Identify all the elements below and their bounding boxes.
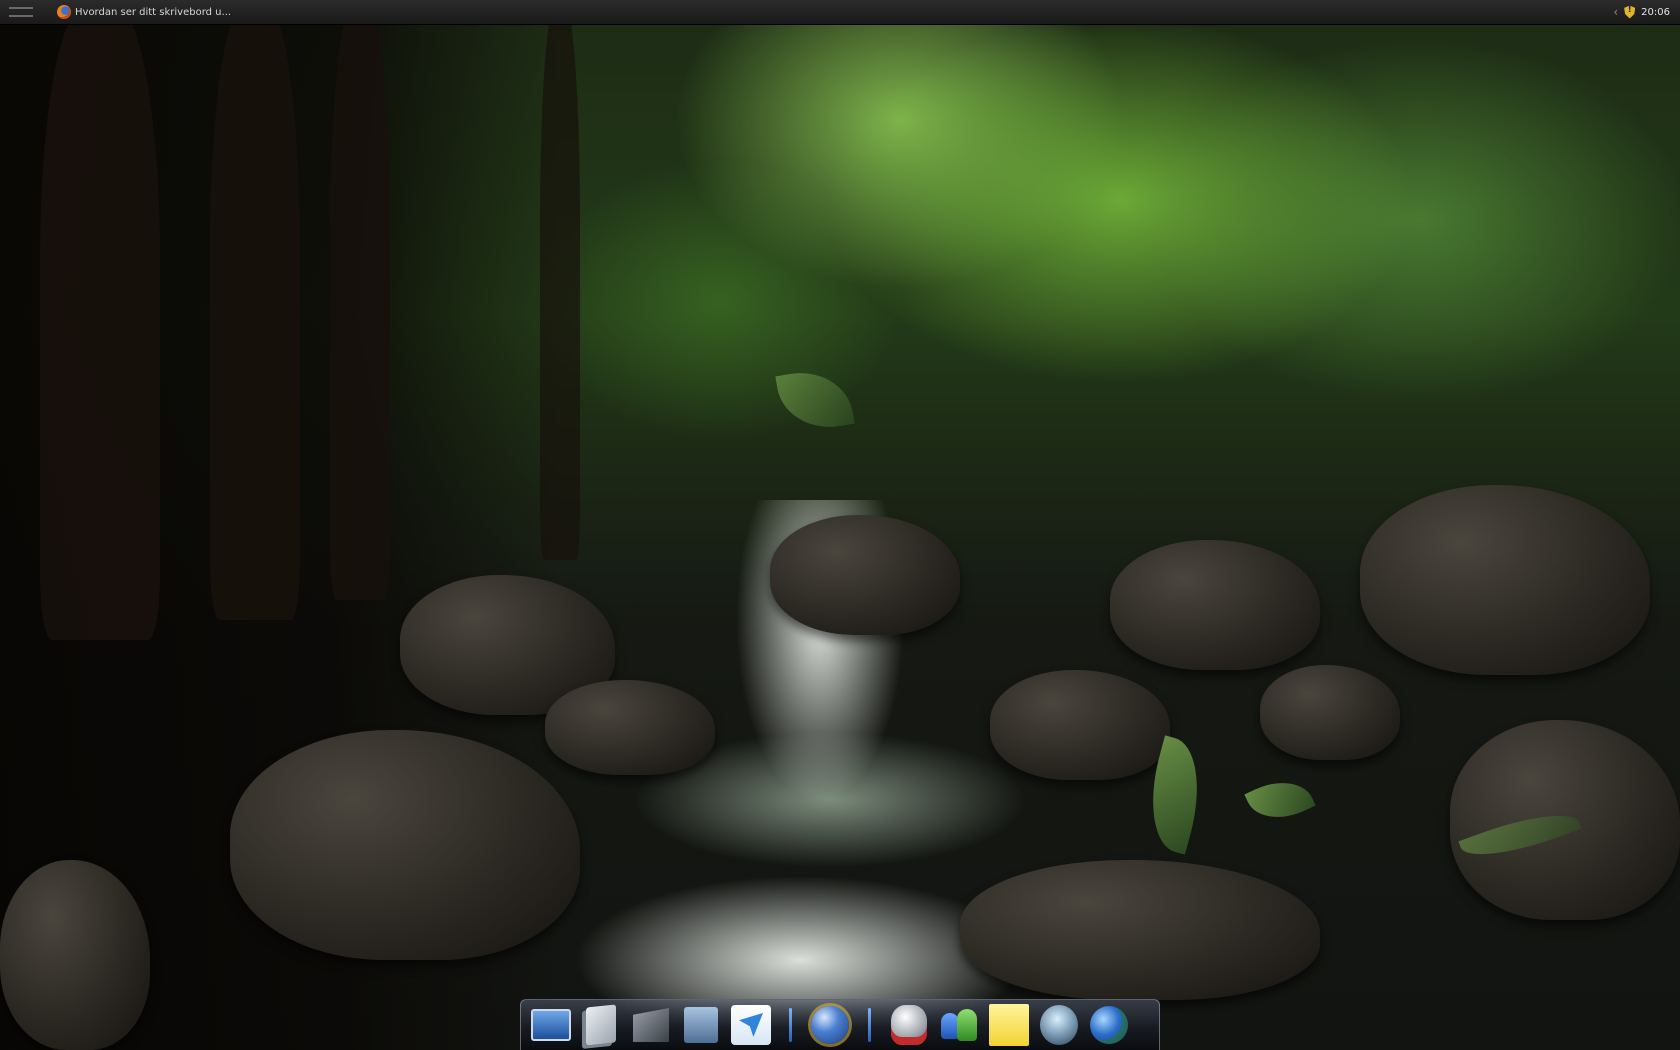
dock-item-sticky-notes[interactable] <box>987 1003 1031 1047</box>
panel-menu-button[interactable] <box>9 3 33 21</box>
rock <box>1110 540 1320 670</box>
dock-item-contacts[interactable] <box>937 1003 981 1047</box>
top-panel: Hvordan ser ditt skrivebord u... ‹ 20:06 <box>0 0 1680 25</box>
security-shield-icon[interactable] <box>1624 5 1636 19</box>
rock <box>0 860 150 1050</box>
earth-icon <box>1090 1006 1128 1044</box>
dock-item-robot[interactable] <box>887 1003 931 1047</box>
system-tray: ‹ 20:06 <box>1613 5 1680 19</box>
rock <box>770 515 960 635</box>
notes-icon <box>684 1007 718 1043</box>
tree-trunk <box>330 0 390 600</box>
rock <box>1260 665 1400 760</box>
dock-separator <box>789 1008 792 1042</box>
desktop: Hvordan ser ditt skrivebord u... ‹ 20:06 <box>0 0 1680 1050</box>
dock-item-desktop[interactable] <box>529 1003 573 1047</box>
contacts-icon <box>939 1007 979 1043</box>
mail-icon <box>731 1005 771 1045</box>
tree-trunk <box>540 0 580 560</box>
dock-item-documents[interactable] <box>579 1003 623 1047</box>
dock-item-media[interactable] <box>1037 1003 1081 1047</box>
dock-item-notes[interactable] <box>679 1003 723 1047</box>
dock-item-earth[interactable] <box>1087 1003 1131 1047</box>
menu-line <box>9 7 33 9</box>
dock-item-browser[interactable] <box>808 1003 852 1047</box>
dock-separator <box>868 1008 871 1042</box>
leaf <box>775 364 855 436</box>
clock[interactable]: 20:06 <box>1641 7 1670 18</box>
dock <box>520 999 1160 1050</box>
dock-item-mail[interactable] <box>729 1003 773 1047</box>
menu-line <box>9 15 33 17</box>
browser-globe-icon <box>811 1006 849 1044</box>
documents-icon <box>586 1004 616 1046</box>
taskbar-item-label: Hvordan ser ditt skrivebord u... <box>75 6 232 18</box>
rock <box>960 860 1320 1000</box>
tree-trunk <box>210 0 300 620</box>
sticky-notes-icon <box>989 1004 1029 1046</box>
rock <box>545 680 715 775</box>
rock <box>990 670 1170 780</box>
wallpaper <box>0 0 1680 1050</box>
files-icon <box>633 1008 669 1042</box>
robot-icon <box>891 1005 927 1045</box>
tray-expand-arrow-icon[interactable]: ‹ <box>1613 5 1618 19</box>
firefox-icon <box>57 5 71 19</box>
desktop-icon <box>531 1009 571 1041</box>
rock <box>1360 485 1650 675</box>
tree-trunk <box>40 0 160 640</box>
taskbar-item-firefox[interactable]: Hvordan ser ditt skrivebord u... <box>51 0 237 24</box>
media-icon <box>1040 1005 1078 1045</box>
dock-item-files[interactable] <box>629 1003 673 1047</box>
